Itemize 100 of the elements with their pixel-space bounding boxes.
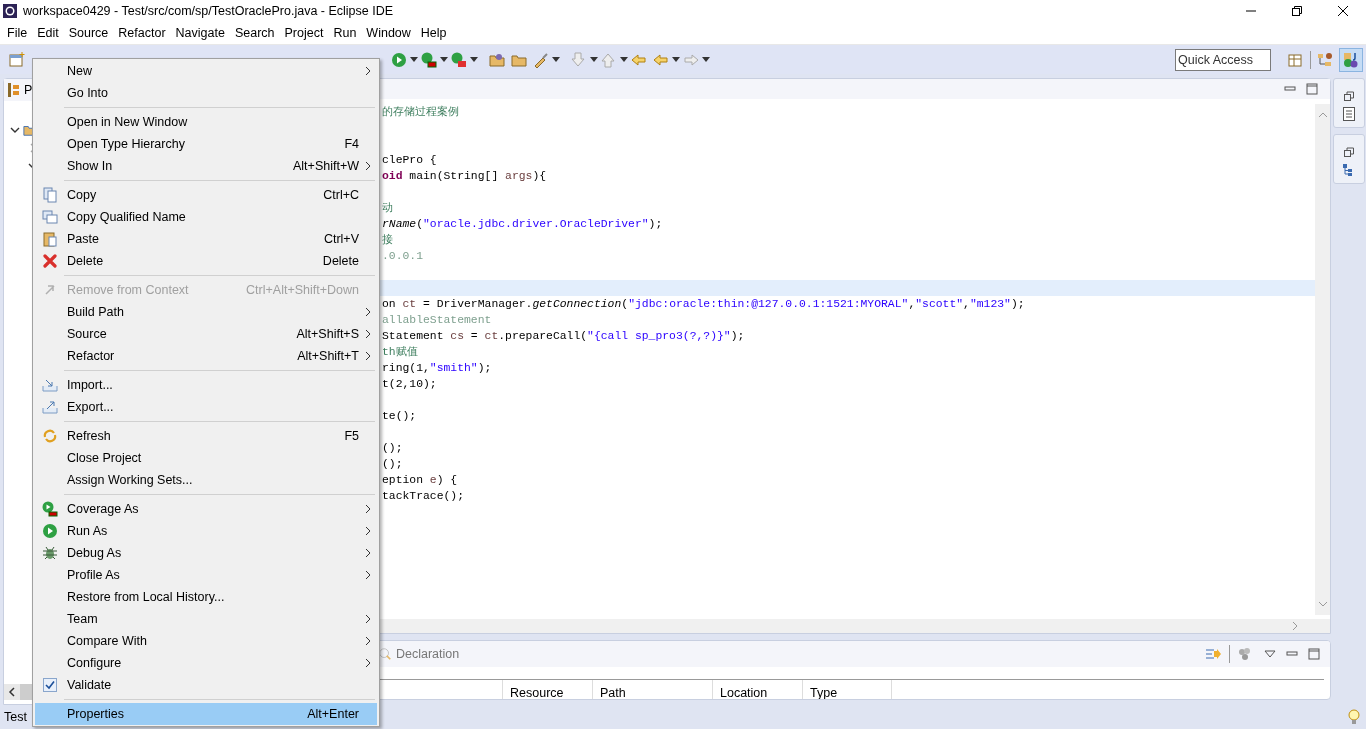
- caret-icon: [410, 57, 418, 62]
- copy-icon: [42, 187, 58, 203]
- menu-item[interactable]: Paste Ctrl+V: [35, 228, 377, 250]
- column-header[interactable]: Path: [592, 680, 712, 699]
- menu-item[interactable]: Go Into: [35, 82, 377, 104]
- menu-item[interactable]: Refresh F5: [35, 425, 377, 447]
- menu-bar-item[interactable]: File: [2, 23, 33, 43]
- menu-bar-item[interactable]: Refactor: [113, 23, 171, 43]
- menu-item[interactable]: Build Path: [35, 301, 377, 323]
- caret-icon: [590, 57, 598, 62]
- menu-item[interactable]: New: [35, 60, 377, 82]
- caret-icon: [620, 57, 628, 62]
- copy-icon: [42, 209, 58, 225]
- menu-item[interactable]: Debug As: [35, 542, 377, 564]
- menu-item[interactable]: Open in New Window: [35, 111, 377, 133]
- scroll-down-icon: [1317, 599, 1328, 609]
- menu-item[interactable]: Profile As: [35, 564, 377, 586]
- export-icon: [42, 399, 58, 415]
- explorer-tab[interactable]: P: [24, 80, 33, 100]
- status-text: Test: [4, 708, 27, 726]
- menu-item[interactable]: Open Type Hierarchy F4: [35, 133, 377, 155]
- document-icon: [1343, 107, 1355, 121]
- declaration-icon: [378, 647, 392, 661]
- code-line: ();: [382, 441, 403, 456]
- menu-item[interactable]: Coverage As: [35, 498, 377, 520]
- link-arrow-icon: [1205, 646, 1221, 662]
- menu-item[interactable]: Source Alt+Shift+S: [35, 323, 377, 345]
- menu-item[interactable]: Close Project: [35, 447, 377, 469]
- restore-icon[interactable]: [1292, 6, 1302, 16]
- quick-access-field[interactable]: Quick Access: [1175, 48, 1271, 71]
- maximize-icon: [1306, 83, 1318, 95]
- declaration-tab[interactable]: Declaration: [396, 644, 460, 664]
- play-icon: [42, 501, 58, 517]
- bug-icon: [42, 545, 58, 561]
- code-line: ring(1,"smith");: [382, 361, 492, 376]
- menu-item[interactable]: Team: [35, 608, 377, 630]
- column-header[interactable]: Location: [712, 680, 802, 699]
- column-header[interactable]: Type: [802, 680, 892, 699]
- menu-item[interactable]: Delete Delete: [35, 250, 377, 272]
- menu-item[interactable]: Compare With: [35, 630, 377, 652]
- java-perspective-icon[interactable]: [1339, 47, 1363, 72]
- code-line: rName("oracle.jdbc.driver.OracleDriver");: [382, 217, 663, 232]
- code-line: tackTrace();: [382, 489, 465, 504]
- scroll-left-icon: [4, 684, 20, 700]
- caret-icon: [672, 57, 680, 62]
- restore-icon: [1344, 91, 1354, 101]
- code-line: Statement cs = ct.prepareCall("{call sp_pro3(?,?)}");: [382, 329, 745, 344]
- menu-bar-item[interactable]: Project: [279, 23, 329, 43]
- menu-bar-item[interactable]: Navigate: [170, 23, 230, 43]
- restore-icon: [1344, 147, 1354, 157]
- scroll-right-icon: [1290, 621, 1300, 631]
- close-icon[interactable]: [1338, 6, 1348, 16]
- menu-item[interactable]: Configure: [35, 652, 377, 674]
- menu-item[interactable]: Copy Qualified Name: [35, 206, 377, 228]
- window-title: workspace0429 - Test/src/com/sp/TestOraclePro.java - Eclipse IDE: [23, 2, 394, 20]
- menu-bar-item[interactable]: Window: [361, 23, 416, 43]
- menu-bar-item[interactable]: Search: [229, 23, 280, 43]
- menu-item[interactable]: Validate: [35, 674, 377, 696]
- hierarchy-icon: [8, 83, 20, 97]
- caret-icon: [440, 57, 448, 62]
- code-line: clePro {: [382, 153, 437, 168]
- menu-item[interactable]: Import...: [35, 374, 377, 396]
- caret-icon: [702, 57, 710, 62]
- delete-icon: [42, 253, 58, 269]
- menu-item[interactable]: Properties Alt+Enter: [35, 703, 377, 725]
- caret-icon: [470, 57, 478, 62]
- code-line: .0.0.1: [382, 249, 423, 264]
- scrollbar-thumb[interactable]: [20, 684, 32, 700]
- menu-item[interactable]: Show In Alt+Shift+W: [35, 155, 377, 177]
- lightbulb-icon: [1348, 709, 1360, 725]
- menu-item[interactable]: Refactor Alt+Shift+T: [35, 345, 377, 367]
- code-line: eption e) {: [382, 473, 458, 488]
- column-header[interactable]: Resource: [502, 680, 592, 699]
- refresh-icon: [42, 428, 58, 444]
- play-icon: [42, 523, 58, 539]
- code-line: 接: [382, 233, 393, 248]
- menu-bar-item[interactable]: Edit: [32, 23, 64, 43]
- import-icon: [42, 377, 58, 393]
- code-line: t(2,10);: [382, 377, 437, 392]
- menu-item[interactable]: Run As: [35, 520, 377, 542]
- menu-bar-item[interactable]: Run: [328, 23, 362, 43]
- code-line: te();: [382, 409, 417, 424]
- code-line: on ct = DriverManager.getConnection("jdbc:oracle:thin:@127.0.0.1:1521:MYORAL","scott","m123");: [382, 297, 1025, 312]
- code-line: th赋值: [382, 345, 418, 360]
- menu-item[interactable]: Assign Working Sets...: [35, 469, 377, 491]
- code-line: allableStatement: [382, 313, 492, 328]
- code-line: 的存储过程案例: [382, 104, 459, 120]
- scroll-up-icon: [1317, 110, 1328, 120]
- caret-icon: [552, 57, 560, 62]
- code-line: ();: [382, 457, 403, 472]
- code-line: 动: [382, 201, 393, 216]
- menu-item[interactable]: Copy Ctrl+C: [35, 184, 377, 206]
- menu-bar-item[interactable]: Help: [415, 23, 452, 43]
- menu-bar-item[interactable]: Source: [63, 23, 114, 43]
- cluster-icon: [1238, 647, 1252, 661]
- app-logo-icon: [3, 4, 17, 18]
- menu-item[interactable]: Restore from Local History...: [35, 586, 377, 608]
- menu-item[interactable]: Export...: [35, 396, 377, 418]
- maximize-icon: [1308, 648, 1320, 660]
- chevron-icon[interactable]: [10, 125, 20, 135]
